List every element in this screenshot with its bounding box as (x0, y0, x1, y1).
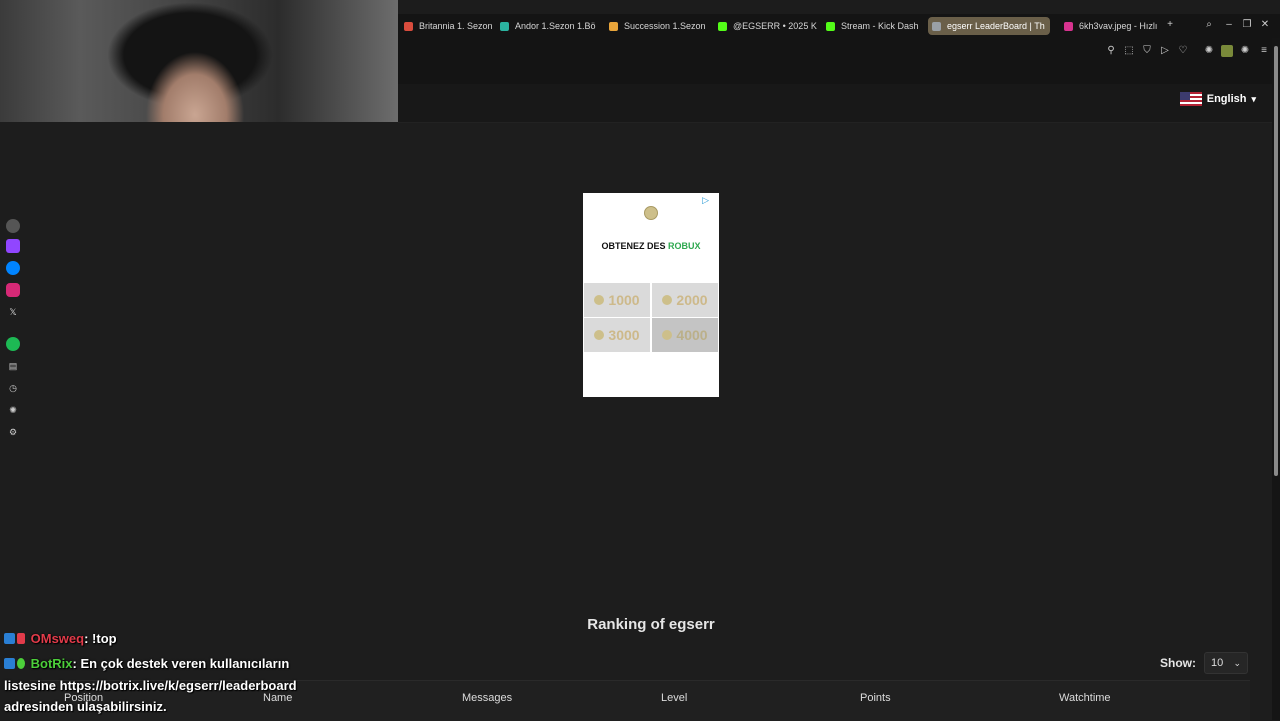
messenger-icon[interactable] (6, 261, 20, 275)
tab-label: @EGSERR • 2025 K (733, 21, 817, 31)
ranking-title: Ranking of egserr (587, 616, 715, 633)
twitch-icon[interactable] (6, 239, 20, 253)
chat-badge-icon (4, 633, 15, 644)
scrollbar-thumb[interactable] (1274, 46, 1278, 476)
chat-text: : En çok destek veren kullanıcıların (72, 656, 290, 671)
chat-badge-icon (17, 633, 25, 644)
tab-label: 6kh3vav.jpeg - Hızlı (1079, 21, 1158, 31)
robux-coin-icon (594, 295, 605, 305)
ad-choices-icon[interactable]: ▷ (702, 195, 709, 206)
sidebar: 𝕏 ▤ ◷ ✺ ⚙ (0, 215, 26, 445)
show-count-select[interactable]: 10 ⌄ (1204, 652, 1248, 674)
show-label: Show: (1160, 656, 1196, 670)
tab-favicon-icon (718, 21, 727, 31)
chat-badge-icon (4, 658, 15, 669)
search-tabs-icon[interactable]: ⌕ (1203, 19, 1215, 31)
extension-active-icon[interactable] (1221, 45, 1233, 57)
language-selector[interactable]: English ▾ (1179, 92, 1256, 106)
chat-username: BotRix (30, 656, 73, 671)
tab-label: Andor 1.Sezon 1.Bö (515, 21, 596, 31)
browser-toolbar: ⚲ ⬚ ⛉ ▷ ♡ ✺ ✺ ≡ (398, 38, 1280, 84)
robux-coin-icon (662, 330, 673, 340)
wallet-icon[interactable]: ▤ (6, 359, 20, 373)
instagram-icon[interactable] (6, 283, 20, 297)
ad-amount: 1000 (608, 292, 640, 308)
tab-andor[interactable]: Andor 1.Sezon 1.Bö (496, 17, 600, 35)
tab-label: Succession 1.Sezon (624, 21, 706, 31)
extension-icon[interactable]: ✺ (6, 403, 20, 417)
x-icon[interactable]: 𝕏 (6, 305, 20, 319)
ad-amount: 2000 (676, 292, 708, 308)
tab-favicon-icon (404, 21, 413, 31)
column-level[interactable]: Level (661, 692, 687, 704)
tools-icon[interactable]: ⚙ (6, 425, 20, 439)
ad-title-prefix: OBTENEZ DES (601, 241, 666, 251)
shield-icon[interactable]: ⛉ (1141, 45, 1153, 57)
extension-icon[interactable]: ✺ (1203, 45, 1215, 57)
page-scrollbar[interactable] (1272, 38, 1280, 720)
us-flag-icon (1179, 92, 1202, 106)
ad-title: OBTENEZ DES ROBUX (583, 241, 719, 251)
tab-kick-dashboard[interactable]: Stream - Kick Dash (822, 17, 932, 35)
page-header: English ▾ (398, 84, 1280, 123)
pin-icon[interactable]: ⚲ (1105, 45, 1117, 57)
tab-leaderboard[interactable]: egserr LeaderBoard | Th (928, 17, 1050, 35)
chevron-down-icon: ▾ (1251, 93, 1256, 104)
ad-amount: 3000 (608, 327, 640, 343)
tab-favicon-icon (1064, 21, 1073, 31)
tab-favicon-icon (609, 21, 618, 31)
new-tab-icon[interactable]: + (1164, 19, 1176, 31)
close-icon[interactable]: ✕ (1259, 19, 1271, 31)
chat-message: OMsweq: !top (4, 631, 117, 646)
ad-amount: 4000 (676, 327, 708, 343)
show-count-value: 10 (1211, 657, 1224, 669)
robux-coin-icon (644, 206, 658, 220)
column-messages[interactable]: Messages (462, 692, 512, 704)
robux-advertisement[interactable]: ▷ OBTENEZ DES ROBUX 1000 2000 3000 4000 (583, 193, 719, 397)
show-entries: Show: 10 ⌄ (1160, 652, 1248, 674)
ad-option[interactable]: 2000 (652, 283, 718, 317)
column-watchtime[interactable]: Watchtime (1059, 692, 1111, 704)
chat-username: OMsweq (30, 631, 85, 646)
ad-option[interactable]: 1000 (584, 283, 650, 317)
tab-egserr-profile[interactable]: @EGSERR • 2025 K (714, 17, 822, 35)
tab-image[interactable]: 6kh3vav.jpeg - Hızlı (1060, 17, 1166, 35)
tab-label: Britannia 1. Sezon 3. (419, 21, 494, 31)
menu-icon[interactable]: ≡ (1258, 45, 1270, 57)
clock-icon[interactable]: ◷ (6, 381, 20, 395)
chat-message: BotRix: En çok destek veren kullanıcılar… (4, 656, 289, 671)
minimize-icon[interactable]: – (1223, 19, 1235, 31)
screenshot-icon[interactable]: ⬚ (1123, 45, 1135, 57)
chevron-down-icon: ⌄ (1233, 657, 1241, 668)
restore-icon[interactable]: ❐ (1241, 19, 1253, 31)
tab-favicon-icon (826, 21, 835, 31)
ad-title-highlight: ROBUX (668, 241, 701, 251)
chat-text: : !top (84, 631, 117, 646)
play-icon[interactable]: ▷ (1159, 45, 1171, 57)
language-label: English (1206, 93, 1247, 105)
tab-britannia[interactable]: Britannia 1. Sezon 3. (400, 17, 494, 35)
robux-coin-icon (594, 330, 605, 340)
settings-icon[interactable] (6, 219, 20, 233)
chat-message-continued: adresinden ulaşabilirsiniz. (4, 699, 167, 714)
chat-message-continued: listesine https://botrix.live/k/egserr/l… (4, 678, 297, 693)
ad-option[interactable]: 3000 (584, 318, 650, 352)
tab-succession[interactable]: Succession 1.Sezon (605, 17, 713, 35)
tab-label: Stream - Kick Dash (841, 21, 919, 31)
tab-favicon-icon (500, 21, 509, 31)
column-points[interactable]: Points (860, 692, 891, 704)
spotify-icon[interactable] (6, 337, 20, 351)
tab-favicon-icon (932, 21, 941, 31)
robux-coin-icon (662, 295, 673, 305)
heart-icon[interactable]: ♡ (1177, 45, 1189, 57)
column-name[interactable]: Name (263, 692, 292, 704)
extension-icon[interactable]: ✺ (1239, 45, 1251, 57)
ad-option[interactable]: 4000 (652, 318, 718, 352)
tab-label: egserr LeaderBoard | Th (947, 21, 1045, 31)
browser-tab-bar: Britannia 1. Sezon 3. Andor 1.Sezon 1.Bö… (398, 14, 1280, 38)
verified-badge-icon (17, 658, 25, 669)
